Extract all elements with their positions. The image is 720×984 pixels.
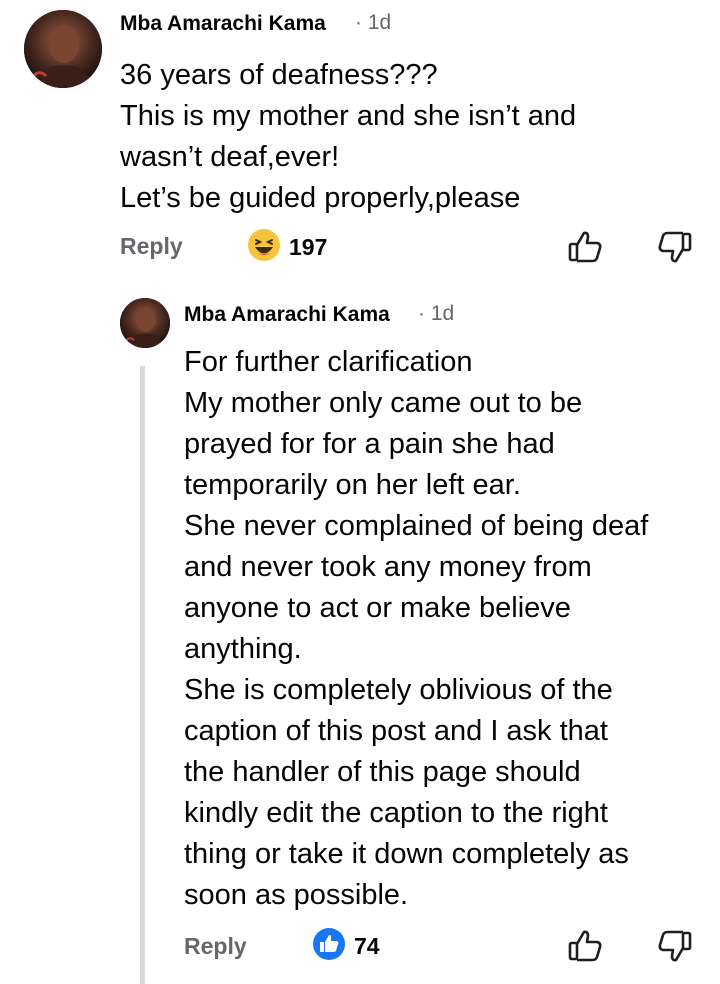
reaction-count: 74 [354, 933, 380, 959]
haha-emoji-icon [247, 228, 281, 262]
comment-time: · 1d [418, 302, 455, 325]
reaction-count: 197 [289, 234, 328, 260]
avatar[interactable] [24, 10, 102, 88]
comment-reply: Mba Amarachi Kama · 1d For further clari… [0, 290, 720, 984]
like-icon[interactable] [566, 228, 604, 266]
like-icon[interactable] [566, 927, 604, 965]
like-reaction-icon [312, 927, 346, 961]
comment-text: For further clarification My mother only… [184, 346, 649, 911]
dislike-icon[interactable] [656, 228, 694, 266]
avatar[interactable] [120, 298, 170, 348]
avatar-photo [120, 298, 170, 348]
reply-button[interactable]: Reply [120, 233, 183, 260]
comment-author[interactable]: Mba Amarachi Kama [184, 303, 390, 327]
comment-time: · 1d [355, 11, 392, 34]
avatar-photo [24, 10, 102, 88]
comment-text: 36 years of deafness??? This is my mothe… [120, 59, 577, 214]
comment-top: Mba Amarachi Kama · 1d 36 years of deafn… [0, 0, 720, 290]
reply-button[interactable]: Reply [184, 933, 247, 960]
comment-author[interactable]: Mba Amarachi Kama [120, 12, 326, 36]
dislike-icon[interactable] [656, 927, 694, 965]
